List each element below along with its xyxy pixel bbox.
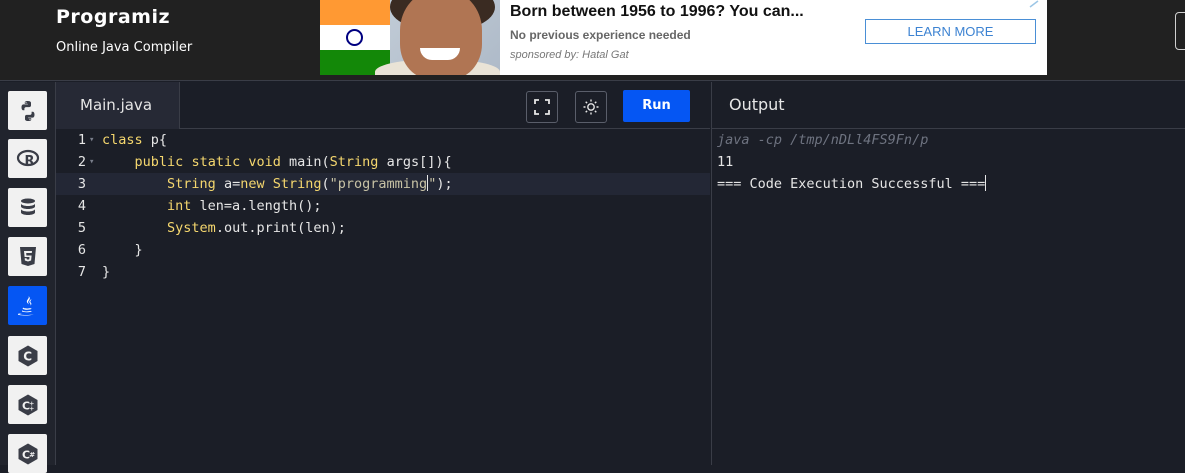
code-text: public static void main(String args[]){ bbox=[134, 154, 452, 170]
svg-text:+: + bbox=[29, 405, 34, 412]
output-result: 11 bbox=[717, 154, 734, 170]
sidebar-item-sql[interactable] bbox=[8, 188, 47, 227]
python-icon bbox=[21, 100, 34, 121]
page-subtitle: Online Java Compiler bbox=[56, 40, 193, 55]
code-line[interactable]: 6 } bbox=[56, 239, 710, 261]
sidebar-item-csharp[interactable]: C # bbox=[8, 434, 47, 473]
ad-title[interactable]: Born between 1956 to 1996? You can... bbox=[510, 3, 804, 21]
sidebar-item-cpp[interactable]: C + + bbox=[8, 385, 47, 424]
csharp-icon: C # bbox=[18, 443, 37, 464]
output-status-text: === Code Execution Successful === bbox=[717, 176, 986, 192]
output-console[interactable]: java -cp /tmp/nDLl4FS9Fn/p 11 === Code E… bbox=[711, 129, 1185, 465]
code-line[interactable]: 3 String a=new String("programming"); bbox=[56, 173, 710, 195]
code-text: } bbox=[102, 242, 143, 258]
learn-more-button[interactable]: LEARN MORE bbox=[865, 19, 1036, 44]
menu-button[interactable] bbox=[1175, 12, 1185, 50]
code-line[interactable]: 7 } bbox=[56, 261, 710, 283]
ad-choices-icon[interactable] bbox=[1028, 0, 1040, 8]
cpp-icon: C + + bbox=[18, 394, 37, 415]
advertisement-banner[interactable]: Born between 1956 to 1996? You can... No… bbox=[320, 0, 1047, 75]
html5-icon bbox=[19, 246, 36, 266]
top-bar: Programiz Online Java Compiler Born betw… bbox=[0, 0, 1185, 81]
sidebar-item-r[interactable]: R bbox=[8, 139, 47, 178]
r-icon: R bbox=[16, 149, 39, 169]
line-number: 4 bbox=[77, 198, 86, 214]
output-status: === Code Execution Successful === bbox=[717, 173, 987, 195]
fullscreen-icon bbox=[534, 99, 550, 115]
line-number: 5 bbox=[77, 220, 86, 236]
line-number: 6 bbox=[77, 242, 86, 258]
output-title: Output bbox=[729, 95, 785, 114]
code-text: int len=a.length(); bbox=[167, 198, 322, 214]
fold-arrow-icon[interactable]: ▾ bbox=[89, 151, 94, 173]
theme-toggle-button[interactable] bbox=[575, 91, 607, 123]
output-command: java -cp /tmp/nDLl4FS9Fn/p bbox=[717, 132, 929, 148]
language-sidebar: R C C + + C # bbox=[0, 82, 56, 473]
code-text: System.out.print(len); bbox=[167, 220, 346, 236]
tab-main-java[interactable]: Main.java bbox=[56, 82, 180, 129]
output-header: Output bbox=[711, 82, 1185, 129]
run-button[interactable]: Run bbox=[623, 90, 690, 122]
ad-sponsor: sponsored by: Hatal Gat bbox=[510, 49, 629, 61]
code-line[interactable]: 5 System.out.print(len); bbox=[56, 217, 710, 239]
svg-text:C: C bbox=[23, 349, 32, 363]
svg-text:#: # bbox=[29, 451, 35, 459]
sidebar-item-c[interactable]: C bbox=[8, 336, 47, 375]
sidebar-item-html[interactable] bbox=[8, 237, 47, 276]
java-icon bbox=[17, 295, 35, 316]
programiz-logo[interactable]: Programiz bbox=[56, 6, 170, 28]
editor-toolbar: Main.java Run bbox=[56, 82, 710, 129]
code-editor[interactable]: 1 ▾ class p{ 2 ▾ public static void main… bbox=[56, 129, 710, 465]
fold-arrow-icon[interactable]: ▾ bbox=[89, 129, 94, 151]
line-number: 2 bbox=[77, 154, 86, 170]
code-line[interactable]: 4 int len=a.length(); bbox=[56, 195, 710, 217]
fullscreen-button[interactable] bbox=[526, 91, 558, 123]
code-text: class p{ bbox=[102, 132, 168, 148]
ad-image[interactable] bbox=[320, 0, 500, 75]
sidebar-item-python[interactable] bbox=[8, 91, 47, 130]
code-line[interactable]: 2 ▾ public static void main(String args[… bbox=[56, 151, 710, 173]
line-number: 1 bbox=[77, 132, 86, 148]
console-cursor bbox=[985, 175, 987, 191]
line-number: 3 bbox=[77, 176, 86, 192]
c-icon: C bbox=[18, 345, 37, 366]
ad-description: No previous experience needed bbox=[510, 28, 691, 42]
code-text: } bbox=[102, 264, 111, 280]
code-line[interactable]: 1 ▾ class p{ bbox=[56, 129, 710, 151]
svg-text:R: R bbox=[24, 154, 34, 169]
database-icon bbox=[20, 198, 35, 215]
sun-icon bbox=[583, 99, 599, 115]
sidebar-item-java[interactable] bbox=[8, 286, 47, 325]
code-text: String a=new String("programming"); bbox=[167, 175, 453, 192]
line-number: 7 bbox=[77, 264, 86, 280]
